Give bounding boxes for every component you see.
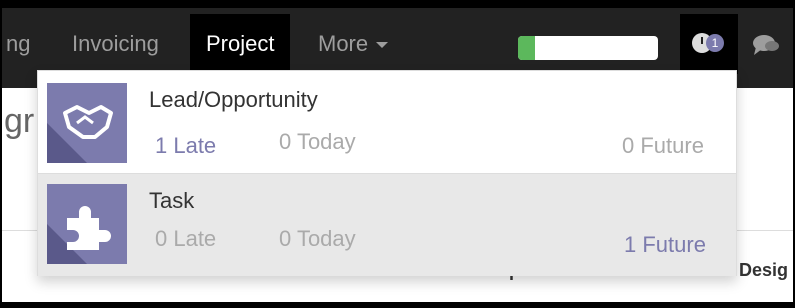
page-title-fragment: gr xyxy=(4,102,35,140)
menu-item-more[interactable]: More xyxy=(318,14,389,74)
chat-icon[interactable] xyxy=(752,33,780,57)
menu-item-more-label: More xyxy=(318,31,369,56)
today-count[interactable]: 0 Today xyxy=(279,129,356,155)
late-count[interactable]: 1 Late xyxy=(155,133,216,159)
today-count[interactable]: 0 Today xyxy=(279,226,356,252)
activity-count-badge: 1 xyxy=(706,34,724,52)
handshake-icon xyxy=(47,83,127,163)
activity-dropdown: Lead/Opportunity 1 Late 0 Today 0 Future… xyxy=(37,70,737,276)
caret-down-icon xyxy=(376,42,389,49)
future-count[interactable]: 0 Future xyxy=(622,133,704,159)
puzzle-piece-icon xyxy=(47,184,127,264)
future-count[interactable]: 1 Future xyxy=(624,232,706,258)
menu-item-fragment[interactable]: ng xyxy=(6,14,30,74)
bottom-border xyxy=(2,302,793,306)
activity-name: Lead/Opportunity xyxy=(149,87,318,112)
activity-name: Task xyxy=(149,188,195,213)
menu-item-project[interactable]: Project xyxy=(190,14,291,74)
activity-row-lead[interactable]: Lead/Opportunity 1 Late 0 Today 0 Future xyxy=(38,71,736,173)
activity-menu-toggle[interactable]: 1 xyxy=(680,14,738,74)
progress-fill xyxy=(518,36,535,60)
activity-row-task[interactable]: Task 0 Late 0 Today 1 Future xyxy=(38,173,736,276)
late-count[interactable]: 0 Late xyxy=(155,226,216,252)
progress-bar xyxy=(518,36,658,60)
menu-item-invoicing[interactable]: Invoicing xyxy=(72,14,159,74)
